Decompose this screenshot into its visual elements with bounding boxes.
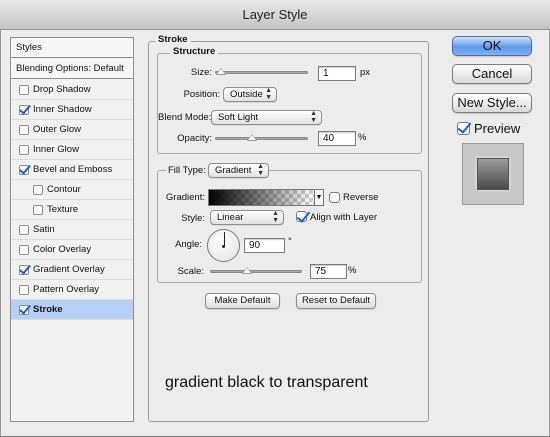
style-item-checkbox[interactable] <box>19 85 29 95</box>
chevron-updown-icon: ▲ ▼ <box>272 210 279 224</box>
blend-mode-label: Blend Mode: <box>158 112 212 123</box>
angle-unit: ° <box>288 236 292 247</box>
scale-slider-track[interactable] <box>210 270 302 273</box>
style-item-checkbox[interactable] <box>19 265 29 275</box>
opacity-field[interactable]: 40 <box>318 131 356 146</box>
style-item-checkbox[interactable] <box>19 145 29 155</box>
angle-dial-center <box>222 245 225 248</box>
size-unit: px <box>360 67 371 78</box>
scale-field[interactable]: 75 <box>310 264 347 279</box>
style-item[interactable]: Drop Shadow <box>11 80 133 100</box>
style-item[interactable]: Bevel and Emboss <box>11 160 133 180</box>
chevron-updown-icon: ▲ ▼ <box>257 163 264 177</box>
style-item-checkbox[interactable] <box>19 285 29 295</box>
opacity-unit: % <box>358 132 367 143</box>
scale-unit: % <box>348 265 357 276</box>
preview-swatch <box>477 158 509 190</box>
style-label: Style: <box>181 213 205 224</box>
opacity-slider-track[interactable] <box>215 137 308 140</box>
style-item-checkbox[interactable] <box>33 185 43 195</box>
style-item-label: Contour <box>47 184 81 195</box>
reset-to-default-button[interactable]: Reset to Default <box>296 293 376 309</box>
styles-header-label: Styles <box>16 42 42 53</box>
window-title: Layer Style <box>242 7 308 22</box>
blend-mode-popup[interactable]: Soft Light ▲ ▼ <box>211 110 322 125</box>
preview-checkbox[interactable] <box>457 122 470 135</box>
styles-list: Styles Blending Options: Default Drop Sh… <box>10 37 134 422</box>
new-style-button[interactable]: New Style... <box>452 93 532 113</box>
style-item-checkbox[interactable] <box>19 245 29 255</box>
opacity-slider-thumb[interactable] <box>247 134 258 141</box>
style-item[interactable]: Stroke <box>11 300 133 320</box>
style-item-label: Satin <box>33 224 55 235</box>
style-value: Linear <box>217 212 244 223</box>
angle-field[interactable]: 90 <box>244 238 285 253</box>
styles-list-header[interactable]: Styles <box>11 38 133 58</box>
scale-slider-thumb[interactable] <box>241 267 252 274</box>
ok-button[interactable]: OK <box>452 36 532 56</box>
angle-dial[interactable] <box>207 229 240 262</box>
style-item-label: Drop Shadow <box>33 84 91 95</box>
style-item-checkbox[interactable] <box>33 205 43 215</box>
style-item[interactable]: Outer Glow <box>11 120 133 140</box>
fill-type-value: Gradient <box>215 165 252 176</box>
style-item-label: Inner Shadow <box>33 104 92 115</box>
position-label: Position: <box>183 89 220 100</box>
style-item-label: Texture <box>47 204 79 215</box>
align-with-layer-checkbox[interactable] <box>296 211 307 222</box>
style-item-checkbox[interactable] <box>19 125 29 135</box>
opacity-label: Opacity: <box>177 133 212 144</box>
preview-thumbnail <box>462 143 524 205</box>
blending-options-item[interactable]: Blending Options: Default <box>11 59 133 79</box>
make-default-button[interactable]: Make Default <box>205 293 280 309</box>
reverse-label: Reverse <box>343 192 379 203</box>
position-value: Outside <box>230 89 263 100</box>
style-item-label: Outer Glow <box>33 124 82 135</box>
style-item-label: Pattern Overlay <box>33 284 99 295</box>
angle-label: Angle: <box>175 239 202 250</box>
fill-type-popup[interactable]: Gradient ▲ ▼ <box>208 163 269 178</box>
size-label: Size: <box>190 67 212 78</box>
blending-options-label: Blending Options: Default <box>16 63 124 74</box>
blend-mode-value: Soft Light <box>218 112 259 123</box>
chevron-updown-icon: ▲ ▼ <box>265 87 272 101</box>
style-item-checkbox[interactable] <box>19 165 29 175</box>
style-item[interactable]: Pattern Overlay <box>11 280 133 300</box>
structure-title: Structure <box>170 46 219 58</box>
style-item-label: Stroke <box>33 304 63 315</box>
gradient-picker-arrow[interactable]: ▼ <box>315 189 324 206</box>
style-item[interactable]: Satin <box>11 220 133 240</box>
style-item[interactable]: Inner Shadow <box>11 100 133 120</box>
size-slider-track[interactable] <box>215 71 308 74</box>
style-item-checkbox[interactable] <box>19 225 29 235</box>
style-item-label: Gradient Overlay <box>33 264 105 275</box>
style-item[interactable]: Contour <box>11 180 133 200</box>
style-item-checkbox[interactable] <box>19 105 29 115</box>
gradient-label: Gradient: <box>165 192 205 203</box>
preview-label: Preview <box>474 121 521 136</box>
chevron-updown-icon: ▲ ▼ <box>310 110 317 124</box>
chevron-down-icon: ▼ <box>315 194 323 201</box>
style-item-label: Bevel and Emboss <box>33 164 113 175</box>
style-popup[interactable]: Linear ▲ ▼ <box>210 210 284 225</box>
style-item-checkbox[interactable] <box>19 305 29 315</box>
window-titlebar: Layer Style <box>0 0 550 30</box>
reverse-checkbox[interactable] <box>329 192 340 203</box>
style-item[interactable]: Inner Glow <box>11 140 133 160</box>
style-item[interactable]: Gradient Overlay <box>11 260 133 280</box>
style-item[interactable]: Color Overlay <box>11 240 133 260</box>
size-field[interactable]: 1 <box>318 66 356 81</box>
annotation-text: gradient black to transparent <box>165 374 368 391</box>
style-item-label: Color Overlay <box>33 244 92 255</box>
cancel-button[interactable]: Cancel <box>452 64 532 84</box>
gradient-swatch[interactable] <box>208 189 315 206</box>
fill-type-label: Fill Type: <box>166 164 208 178</box>
style-item[interactable]: Texture <box>11 200 133 220</box>
align-with-layer-label: Align with Layer <box>310 212 378 223</box>
scale-label: Scale: <box>177 266 204 277</box>
position-popup[interactable]: Outside ▲ ▼ <box>223 87 277 102</box>
size-slider-thumb[interactable] <box>215 68 226 75</box>
stroke-title: Stroke <box>155 34 191 46</box>
style-item-label: Inner Glow <box>33 144 79 155</box>
